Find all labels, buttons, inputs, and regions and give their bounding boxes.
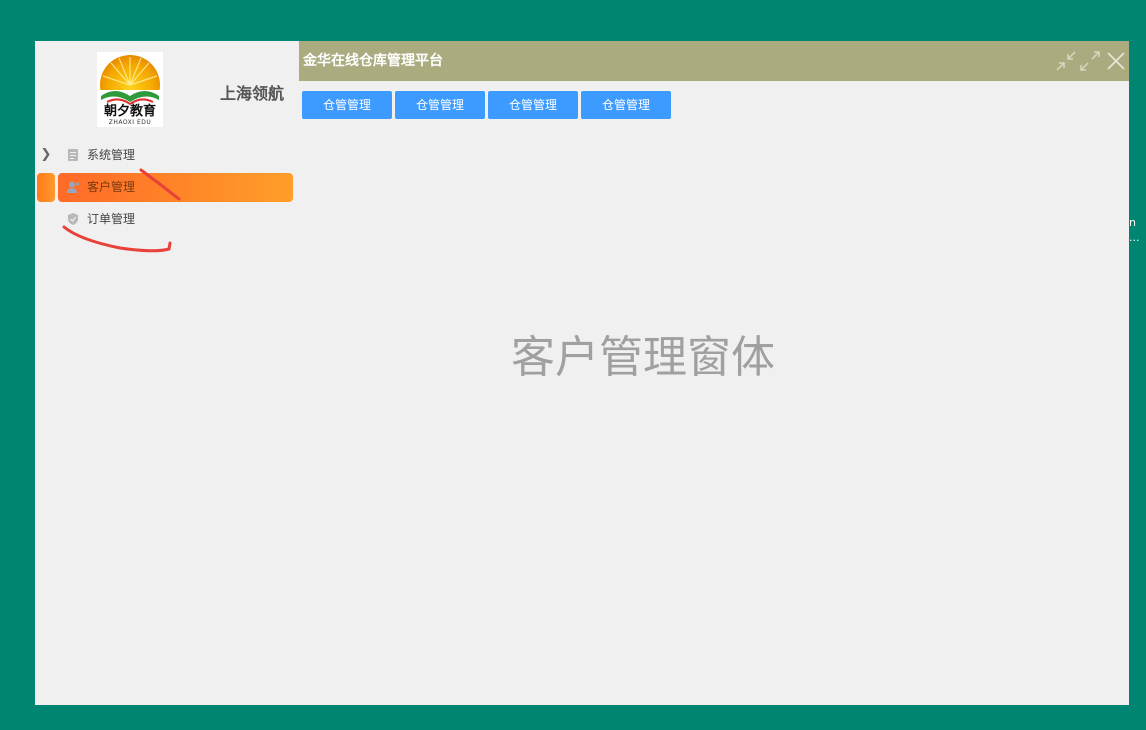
sidebar-menu: ❯ 系统管理 客户管理 订单管理 [35,139,299,235]
user-icon [67,181,79,193]
company-name: 上海领航 [220,84,285,103]
main-window: 朝夕教育 ZHAOXI EDU 上海领航 ❯ 系统管理 客户管理 订单管理 金华… [35,41,1129,705]
sidebar-item-label: 订单管理 [87,212,136,226]
edge-text: n ... [1129,215,1140,245]
window-title: 金华在线仓库管理平台 [303,53,443,69]
sidebar-item-system[interactable]: ❯ 系统管理 [35,139,299,171]
tab-warehouse-2[interactable]: 仓管管理 [395,91,485,119]
chevron-right-icon[interactable]: ❯ [40,139,52,171]
shrink-icon[interactable] [1055,50,1077,72]
expand-icon[interactable] [1079,50,1101,72]
active-indicator [37,173,55,202]
logo: 朝夕教育 ZHAOXI EDU [97,52,163,127]
tab-warehouse-3[interactable]: 仓管管理 [488,91,578,119]
shield-icon [68,213,78,225]
left-panel: 朝夕教育 ZHAOXI EDU 上海领航 ❯ 系统管理 客户管理 订单管理 [35,41,299,705]
edge-text-line-2: ... [1129,231,1140,244]
sidebar-item-customer[interactable]: 客户管理 [35,171,299,203]
logo-subcaption: ZHAOXI EDU [108,119,152,126]
close-icon[interactable] [1105,50,1127,72]
sidebar-item-label: 客户管理 [87,180,136,194]
sidebar-item-orders[interactable]: 订单管理 [35,203,299,235]
tab-warehouse-1[interactable]: 仓管管理 [302,91,392,119]
tab-warehouse-4[interactable]: 仓管管理 [581,91,671,119]
sidebar-item-label: 系统管理 [87,148,136,162]
document-icon [68,149,78,161]
edge-text-line-1: n [1129,216,1136,229]
sun-logo-icon [97,52,163,108]
logo-caption: 朝夕教育 [103,104,156,119]
title-bar: 金华在线仓库管理平台 [299,41,1129,81]
content-placeholder: 客户管理窗体 [511,332,775,383]
